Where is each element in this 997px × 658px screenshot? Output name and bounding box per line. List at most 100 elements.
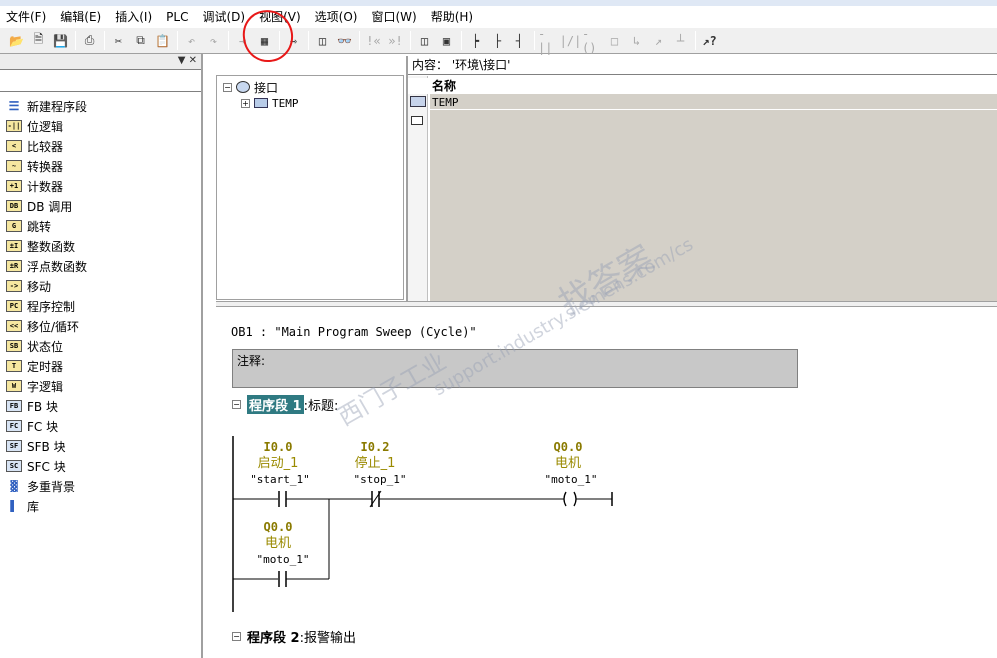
- menu-file[interactable]: 文件(F): [6, 8, 46, 25]
- coil-name: "moto_1": [545, 473, 598, 486]
- close-branch-icon[interactable]: ┴: [670, 30, 691, 51]
- contact-nc-icon[interactable]: |/|: [560, 30, 582, 51]
- new-icon[interactable]: 📂: [6, 30, 27, 51]
- element-label: 程序控制: [27, 299, 76, 314]
- block-title: OB1 : "Main Program Sweep (Cycle)": [231, 325, 477, 339]
- element-comparator[interactable]: < 比较器: [0, 136, 201, 156]
- overview-window-icon[interactable]: ▣: [436, 30, 457, 51]
- redo-icon[interactable]: ↷: [203, 30, 224, 51]
- library-icon: ▌: [10, 500, 18, 512]
- element-counter[interactable]: +1 计数器: [0, 176, 201, 196]
- interface-icon: [236, 81, 250, 93]
- element-sfc-block[interactable]: SC SFC 块: [0, 456, 201, 476]
- paste-icon[interactable]: 📋: [152, 30, 173, 51]
- element-label: 移位/循环: [27, 319, 80, 334]
- connection-icon[interactable]: ↗: [648, 30, 669, 51]
- network-1-label[interactable]: 程序段 1: [247, 395, 304, 414]
- row-name: TEMP: [432, 96, 459, 109]
- network-1-header[interactable]: − 程序段 1 :标题:: [232, 395, 338, 414]
- element-new-network[interactable]: ☰ 新建程序段: [0, 96, 201, 116]
- sfc-block-icon: SC: [6, 460, 22, 472]
- print-icon[interactable]: ⎙: [79, 30, 100, 51]
- column-header-name[interactable]: 名称: [408, 78, 997, 94]
- expand-icon[interactable]: +: [241, 98, 250, 108]
- collapse-icon[interactable]: −: [223, 82, 232, 92]
- element-converter[interactable]: ~ 转换器: [0, 156, 201, 176]
- element-label: 定时器: [27, 359, 64, 374]
- element-timer[interactable]: T 定时器: [0, 356, 201, 376]
- open-icon[interactable]: 🗎: [28, 30, 49, 51]
- branch-arrow-icon[interactable]: ↳: [626, 30, 647, 51]
- close-icon[interactable]: ▼ ✕: [178, 55, 197, 66]
- element-db-call[interactable]: DB DB 调用: [0, 196, 201, 216]
- toolbar-separator: [410, 31, 411, 50]
- element-label: 跳转: [27, 219, 52, 234]
- element-label: 状态位: [27, 339, 64, 354]
- tree-item-temp[interactable]: + TEMP: [241, 95, 299, 111]
- integer-function-icon: ±I: [6, 240, 22, 252]
- ladder-insert-icon[interactable]: ┝: [465, 30, 486, 51]
- coil-address: Q0.0: [554, 440, 583, 454]
- monitor-icon[interactable]: 👓: [334, 30, 355, 51]
- element-fb-block[interactable]: FB FB 块: [0, 396, 201, 416]
- save-icon[interactable]: 💾: [50, 30, 71, 51]
- element-move[interactable]: -> 移动: [0, 276, 201, 296]
- menu-debug[interactable]: 调试(D): [202, 8, 245, 25]
- program-control-icon: PC: [6, 300, 22, 312]
- coil-symbol: 电机: [555, 456, 581, 471]
- network-2-title[interactable]: :报警输出: [300, 627, 356, 646]
- accessible-nodes-icon[interactable]: ◫: [312, 30, 333, 51]
- table-row[interactable]: TEMP: [430, 94, 997, 110]
- menu-window[interactable]: 窗口(W): [371, 8, 416, 25]
- menu-help[interactable]: 帮助(H): [431, 8, 473, 25]
- element-multi-instance[interactable]: ▓ 多重背景: [0, 476, 201, 496]
- element-float-function[interactable]: ±R 浮点数函数: [0, 256, 201, 276]
- empty-box-icon[interactable]: □: [604, 30, 625, 51]
- element-label: 多重背景: [27, 479, 76, 494]
- branch-open-icon[interactable]: ├: [487, 30, 508, 51]
- menu-bar: 文件(F) 编辑(E) 插入(I) PLC 调试(D) 视图(V) 选项(O) …: [0, 6, 997, 27]
- new-row-icon[interactable]: [411, 116, 423, 125]
- element-label: SFC 块: [27, 459, 66, 474]
- element-fc-block[interactable]: FC FC 块: [0, 416, 201, 436]
- row-icon-column: [408, 76, 428, 301]
- menu-insert[interactable]: 插入(I): [115, 8, 152, 25]
- network-next-icon[interactable]: »!: [385, 30, 406, 51]
- counter-icon: +1: [6, 180, 22, 192]
- element-sfb-block[interactable]: SF SFB 块: [0, 436, 201, 456]
- jump-icon: G: [6, 220, 22, 232]
- network-2-header[interactable]: − 程序段 2 :报警输出: [232, 627, 356, 646]
- network-prev-icon[interactable]: !«: [363, 30, 384, 51]
- toolbar-separator: [75, 31, 76, 50]
- collapse-icon[interactable]: −: [232, 632, 241, 641]
- interface-tree: − 接口 + TEMP: [216, 75, 404, 300]
- menu-plc[interactable]: PLC: [166, 10, 188, 24]
- network-2-label[interactable]: 程序段 2: [247, 627, 300, 646]
- coil-icon[interactable]: -(): [582, 27, 603, 55]
- db-call-icon: DB: [6, 200, 22, 212]
- element-bit-logic[interactable]: -|| 位逻辑: [0, 116, 201, 136]
- tree-item-interface[interactable]: − 接口: [223, 79, 278, 95]
- element-jump[interactable]: G 跳转: [0, 216, 201, 236]
- contact-no-icon[interactable]: -||: [538, 27, 559, 55]
- contact-1-name: "start_1": [250, 473, 310, 486]
- contact-3-address: Q0.0: [264, 520, 293, 534]
- element-label: FB 块: [27, 399, 58, 414]
- element-program-control[interactable]: PC 程序控制: [0, 296, 201, 316]
- element-shift-rotate[interactable]: << 移位/循环: [0, 316, 201, 336]
- toolbar-separator: [228, 31, 229, 50]
- menu-edit[interactable]: 编辑(E): [60, 8, 101, 25]
- help-icon[interactable]: ↗?: [699, 30, 720, 51]
- element-integer-function[interactable]: ±I 整数函数: [0, 236, 201, 256]
- detail-view-icon[interactable]: ◫: [414, 30, 435, 51]
- menu-options[interactable]: 选项(O): [315, 8, 358, 25]
- element-status-bit[interactable]: SB 状态位: [0, 336, 201, 356]
- element-word-logic[interactable]: W 字逻辑: [0, 376, 201, 396]
- ladder-diagram: I0.0 启动_1 "start_1" I0.2 停止_1 "stop_1" Q…: [232, 436, 613, 612]
- collapse-icon[interactable]: −: [232, 400, 241, 409]
- undo-icon[interactable]: ↶: [181, 30, 202, 51]
- copy-icon[interactable]: ⧉: [130, 30, 151, 51]
- cut-icon[interactable]: ✂: [108, 30, 129, 51]
- branch-close-icon[interactable]: ┤: [509, 30, 530, 51]
- element-library[interactable]: ▌ 库: [0, 496, 201, 516]
